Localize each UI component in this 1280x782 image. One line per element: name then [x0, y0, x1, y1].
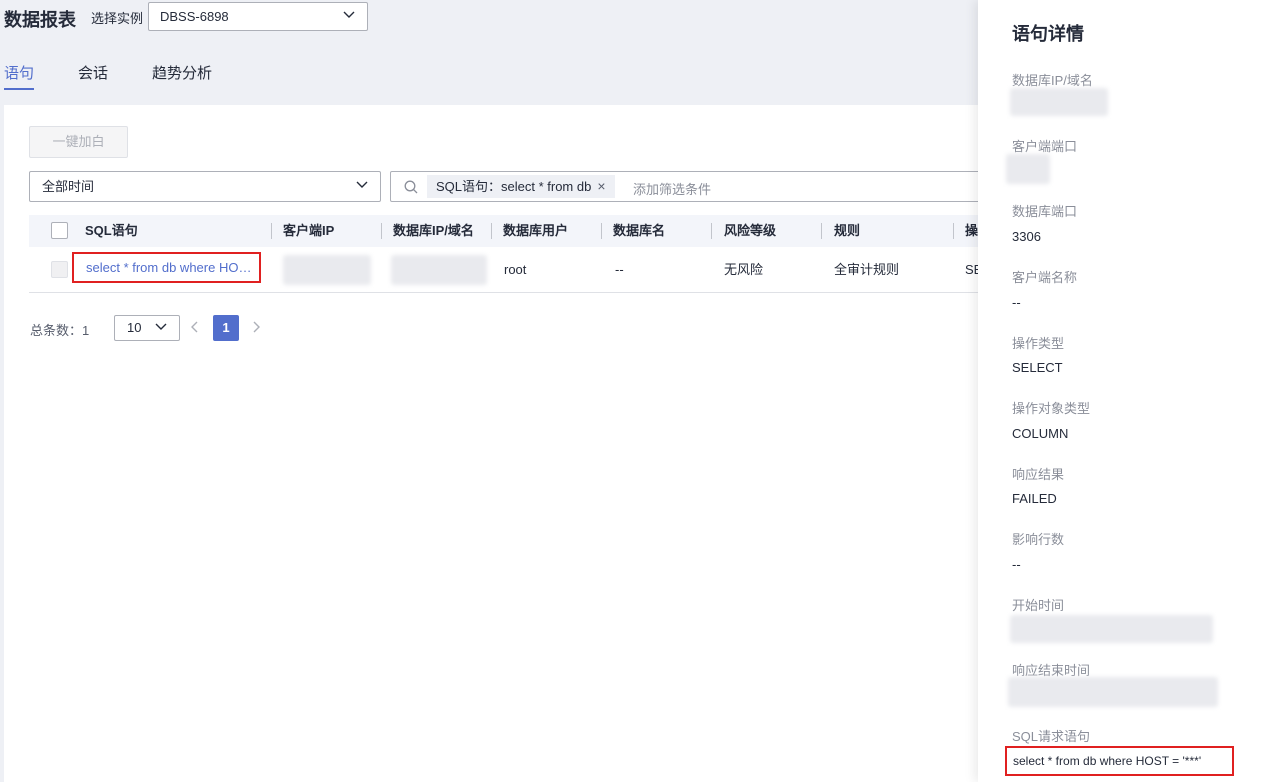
instance-select[interactable]: DBSS-6898	[148, 2, 368, 31]
tab-trend-analysis[interactable]: 趋势分析	[152, 62, 212, 83]
field-value-sql-request: select * from db where HOST = '***'	[1005, 746, 1234, 776]
field-value-db-port: 3306	[1012, 229, 1041, 244]
field-label-affected-rows: 影响行数	[1012, 532, 1065, 547]
time-range-select[interactable]: 全部时间	[29, 171, 381, 202]
column-header: 客户端IP	[283, 223, 335, 238]
filter-tag-label: SQL语句：select * from db	[436, 179, 592, 194]
field-label-client-port: 客户端端口	[1012, 139, 1078, 154]
select-all-checkbox[interactable]	[51, 222, 68, 239]
search-placeholder: 添加筛选条件	[633, 182, 712, 197]
column-divider	[953, 223, 954, 239]
chevron-left-icon[interactable]	[190, 317, 200, 337]
column-divider	[271, 223, 272, 239]
table-header: SQL语句 客户端IP 数据库IP/域名 数据库用户 数据库名 风险等级 规则 …	[29, 215, 984, 247]
page-title: 数据报表	[4, 10, 76, 30]
client-port-redacted	[1006, 154, 1050, 184]
column-header: 规则	[834, 223, 861, 238]
end-time-redacted	[1008, 677, 1218, 707]
column-header: 数据库IP/域名	[393, 223, 474, 238]
filter-search-box[interactable]: SQL语句：select * from db × 添加筛选条件	[390, 171, 990, 202]
column-header: SQL语句	[85, 223, 138, 238]
chevron-down-icon	[343, 11, 355, 18]
db-user-cell: root	[504, 262, 527, 277]
main-panel: 一键加白 全部时间 SQL语句：select * from db × 添加筛选条件…	[4, 105, 990, 782]
column-divider	[601, 223, 602, 239]
tab-statements[interactable]: 语句	[4, 62, 34, 83]
risk-level-cell: 无风险	[724, 262, 764, 277]
tab-sessions[interactable]: 会话	[78, 62, 108, 83]
client-ip-redacted	[283, 255, 371, 285]
column-header: 风险等级	[724, 223, 777, 238]
field-value-operation-type: SELECT	[1012, 360, 1063, 375]
db-host-redacted	[391, 255, 487, 285]
rule-cell: 全审计规则	[834, 262, 900, 277]
column-header: 数据库用户	[503, 223, 569, 238]
field-value-response-result: FAILED	[1012, 491, 1057, 506]
column-divider	[491, 223, 492, 239]
page-size-value: 10	[127, 320, 142, 335]
page-number-button[interactable]: 1	[213, 315, 239, 341]
column-divider	[821, 223, 822, 239]
column-divider	[381, 223, 382, 239]
active-tab-indicator	[4, 88, 34, 90]
field-label-start-time: 开始时间	[1012, 598, 1065, 613]
field-value-client-name: --	[1012, 295, 1021, 310]
db-host-redacted	[1010, 88, 1108, 116]
instance-label: 选择实例	[91, 11, 144, 26]
start-time-redacted	[1010, 615, 1213, 643]
filter-tag-sql: SQL语句：select * from db ×	[427, 175, 615, 198]
db-name-cell: --	[615, 262, 624, 277]
field-value-object-type: COLUMN	[1012, 426, 1069, 441]
chevron-down-icon	[356, 181, 368, 188]
chevron-right-icon[interactable]	[251, 317, 261, 337]
time-range-value: 全部时间	[42, 179, 95, 194]
field-label-operation-type: 操作类型	[1012, 336, 1065, 351]
field-value-affected-rows: --	[1012, 557, 1021, 572]
row-checkbox[interactable]	[51, 261, 68, 278]
search-icon	[404, 180, 418, 194]
column-header: 数据库名	[613, 223, 666, 238]
drawer-title: 语句详情	[1012, 24, 1084, 44]
sql-statement-link[interactable]: select * from db where HO…	[72, 252, 261, 283]
field-label-sql-request: SQL请求语句	[1012, 729, 1091, 744]
page-size-select[interactable]: 10	[114, 315, 180, 341]
chevron-down-icon	[155, 323, 167, 330]
field-label-object-type: 操作对象类型	[1012, 401, 1091, 416]
table-row[interactable]: select * from db where HO… root -- 无风险 全…	[29, 247, 984, 293]
field-label-db-host: 数据库IP/域名	[1012, 73, 1093, 88]
column-divider	[711, 223, 712, 239]
field-label-response-result: 响应结果	[1012, 467, 1065, 482]
column-header: 操	[965, 223, 979, 238]
field-label-db-port: 数据库端口	[1012, 204, 1078, 219]
close-icon[interactable]: ×	[597, 178, 605, 194]
field-label-client-name: 客户端名称	[1012, 270, 1078, 285]
pagination-total: 总条数：1	[30, 323, 90, 338]
statement-detail-drawer: 语句详情 数据库IP/域名 客户端端口 数据库端口 3306 客户端名称 -- …	[978, 0, 1280, 782]
instance-select-value: DBSS-6898	[160, 9, 229, 24]
whitelist-button[interactable]: 一键加白	[29, 126, 128, 158]
